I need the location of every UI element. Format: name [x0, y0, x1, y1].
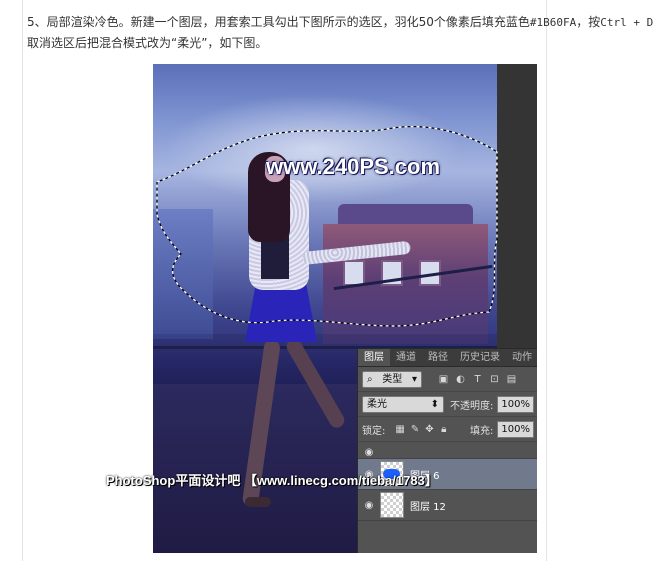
shortcut-text: Ctrl + D	[600, 16, 654, 29]
lock-move-icon[interactable]: ✥	[425, 424, 433, 435]
opacity-label: 不透明度:	[450, 400, 494, 412]
tab-actions[interactable]: 动作	[506, 349, 537, 366]
fill-input[interactable]: 100%	[497, 420, 535, 438]
eye-icon[interactable]: ◉	[358, 447, 380, 458]
step-text-end: 取消选区后把混合模式改为“柔光”，如下图。	[27, 36, 268, 50]
opacity-input[interactable]: 100%	[497, 395, 534, 413]
smart-object-filter-icon[interactable]: ▤	[506, 374, 517, 385]
step-text-mid: ，按	[576, 15, 601, 29]
fill-label: 填充:	[470, 425, 494, 437]
filter-row: ⌕ 类型 ▾ ▣ ◐ T ⊡ ▤	[358, 367, 537, 392]
layer-name: 图层 12	[410, 501, 446, 513]
layer-row-12[interactable]: ◉ 图层 12	[358, 490, 537, 521]
lock-paint-icon[interactable]: ✎	[411, 424, 419, 435]
search-icon: ⌕	[367, 373, 373, 385]
layer-thumbnail	[380, 492, 404, 518]
color-code: #1B60FA	[529, 16, 577, 29]
eye-icon[interactable]: ◉	[358, 500, 380, 511]
filter-value: 类型	[382, 373, 403, 385]
right-column-border	[546, 0, 547, 561]
type-filter-icon[interactable]: T	[472, 374, 483, 385]
blend-row: 柔光 ⬍ 不透明度: 100%	[358, 392, 537, 417]
lock-label: 锁定:	[362, 425, 386, 437]
adjustment-filter-icon[interactable]: ◐	[455, 374, 466, 385]
tab-history[interactable]: 历史记录	[454, 349, 506, 366]
shape-filter-icon[interactable]: ⊡	[489, 374, 500, 385]
lock-all-icon[interactable]: 🔒︎	[440, 424, 448, 435]
site-watermark: www.240PS.com	[266, 154, 441, 179]
blend-mode-value: 柔光	[367, 398, 387, 410]
image-filter-icon[interactable]: ▣	[438, 374, 449, 385]
blend-mode-select[interactable]: 柔光 ⬍	[362, 395, 445, 413]
chevron-down-icon: ▾	[411, 373, 417, 385]
article-paragraph: 5、局部渲染冷色。新建一个图层，用套索工具勾出下图所示的选区，羽化50个像素后填…	[27, 12, 667, 54]
tab-paths[interactable]: 路径	[422, 349, 454, 366]
updown-arrow-icon: ⬍	[430, 398, 440, 410]
layers-panel: 图层 通道 路径 历史记录 动作 ⌕ 类型 ▾ ▣ ◐ T ⊡ ▤ 柔光 ⬍ 不…	[357, 348, 537, 553]
lock-transparent-icon[interactable]: ▦	[395, 424, 404, 435]
tab-channels[interactable]: 通道	[390, 349, 422, 366]
layer-filter-select[interactable]: ⌕ 类型 ▾	[362, 370, 422, 388]
left-column-border	[22, 0, 23, 561]
step-text: 5、局部渲染冷色。新建一个图层，用套索工具勾出下图所示的选区，羽化50个像素后填…	[27, 15, 530, 29]
lock-row: 锁定: ▦ ✎ ✥ 🔒︎ 填充: 100%	[358, 417, 537, 442]
tab-layers[interactable]: 图层	[358, 349, 390, 366]
layer-row-partial[interactable]: ◉	[358, 442, 537, 459]
credit-watermark: PhotoShop平面设计吧 【www.linecg.com/tieba/178…	[106, 473, 438, 488]
panel-tabs: 图层 通道 路径 历史记录 动作	[358, 349, 537, 367]
